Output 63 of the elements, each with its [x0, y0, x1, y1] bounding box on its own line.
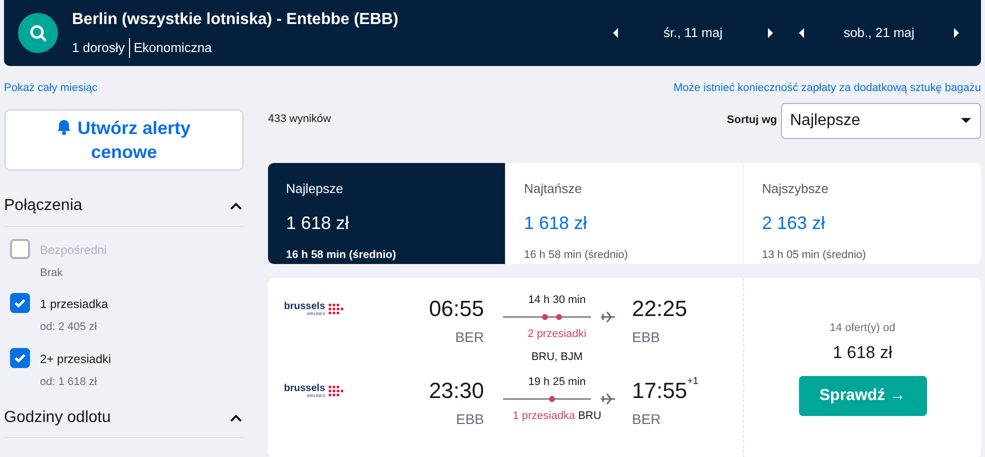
tab-title: Najszybsze — [762, 180, 830, 198]
checkbox[interactable] — [10, 348, 30, 368]
tab-duration: 16 h 58 min (średnio) — [524, 248, 629, 263]
arrival-airport: BER — [632, 410, 661, 428]
option-price: Brak — [40, 266, 64, 280]
sort-dropdown[interactable]: Najlepsze — [781, 102, 981, 138]
option-price: od: 1 618 zł — [40, 374, 98, 390]
arrival-airport: EBB — [632, 328, 660, 346]
tab-duration: 13 h 05 min (średnio) — [762, 248, 867, 263]
previous-date-button[interactable] — [611, 27, 620, 39]
baggage-link[interactable]: Może istnieć konieczność zapłaty za dodatkową sztukę bagażu — [673, 80, 981, 96]
search-button[interactable] — [18, 13, 58, 53]
sort-tab[interactable]: Najszybsze 2 163 zł 13 h 05 min (średnio) — [743, 162, 981, 264]
filter-title: Godziny odlotu — [4, 408, 111, 428]
option-label: 2+ przesiadki — [40, 350, 112, 368]
filter-title: Połączenia — [4, 196, 82, 216]
dropdown-caret-icon — [960, 117, 972, 124]
flight-duration: 19 h 25 min — [528, 374, 586, 390]
tab-price: 2 163 zł — [762, 212, 826, 235]
next-date-button[interactable] — [766, 27, 775, 39]
passenger-count: 1 dorosły — [72, 38, 130, 58]
arrival-time: 17:55 — [632, 376, 688, 404]
departure-time: 06:55 — [428, 294, 484, 322]
tab-price: 1 618 zł — [286, 212, 350, 235]
sort-label: Sortuj wg — [726, 113, 777, 128]
month-link[interactable]: Pokaż cały miesiąc — [4, 80, 98, 96]
date-label[interactable]: sob., 21 maj — [806, 23, 952, 43]
next-date-button[interactable] — [952, 27, 961, 39]
results-count: 433 wyników — [268, 112, 331, 126]
tab-price: 1 618 zł — [524, 212, 588, 235]
price-alert-button[interactable]: Utwórz alerty cenowe — [4, 108, 244, 170]
stops-count: 2 przesiadki — [528, 327, 586, 342]
cabin-class: Ekonomiczna — [132, 39, 212, 58]
tab-title: Najlepsze — [286, 180, 344, 198]
offers-count: 14 ofert(y) od — [830, 320, 896, 336]
departure-airport: BER — [455, 328, 484, 346]
stops-count: 1 przesiadka — [512, 409, 576, 424]
departure-airport: EBB — [456, 410, 484, 428]
stopover-airports: BRU — [578, 409, 602, 424]
check-icon — [14, 352, 26, 362]
option-label: 1 przesiadka — [40, 296, 108, 313]
tab-duration: 16 h 58 min (średnio) — [286, 248, 398, 263]
bell-icon — [57, 118, 72, 134]
search-icon — [29, 24, 47, 42]
option-label: Bezpośredni — [40, 242, 107, 258]
checkbox[interactable] — [10, 293, 30, 313]
dots-logo-icon — [328, 302, 344, 314]
collapse-chevron-icon[interactable] — [230, 202, 242, 210]
option-price: od: 2 405 zł — [40, 320, 98, 335]
day-offset: +1 — [687, 374, 698, 388]
sort-tab[interactable]: Najlepsze 1 618 zł 16 h 58 min (średnio) — [268, 162, 505, 264]
stopover-airports: BRU, BJM — [531, 350, 583, 364]
tab-title: Najtańsze — [524, 180, 583, 198]
previous-date-button[interactable] — [797, 27, 806, 39]
collapse-chevron-icon[interactable] — [230, 414, 242, 422]
departure-time: 23:30 — [428, 376, 484, 404]
dots-logo-icon — [328, 384, 344, 396]
check-icon — [14, 298, 26, 308]
flight-duration: 14 h 30 min — [528, 292, 586, 308]
route-title: Berlin (wszystkie lotniska) - Entebbe (EBB) — [72, 10, 398, 30]
arrival-time: 22:25 — [632, 294, 688, 322]
total-price: 1 618 zł — [832, 342, 892, 364]
date-label[interactable]: śr., 11 maj — [620, 23, 766, 43]
